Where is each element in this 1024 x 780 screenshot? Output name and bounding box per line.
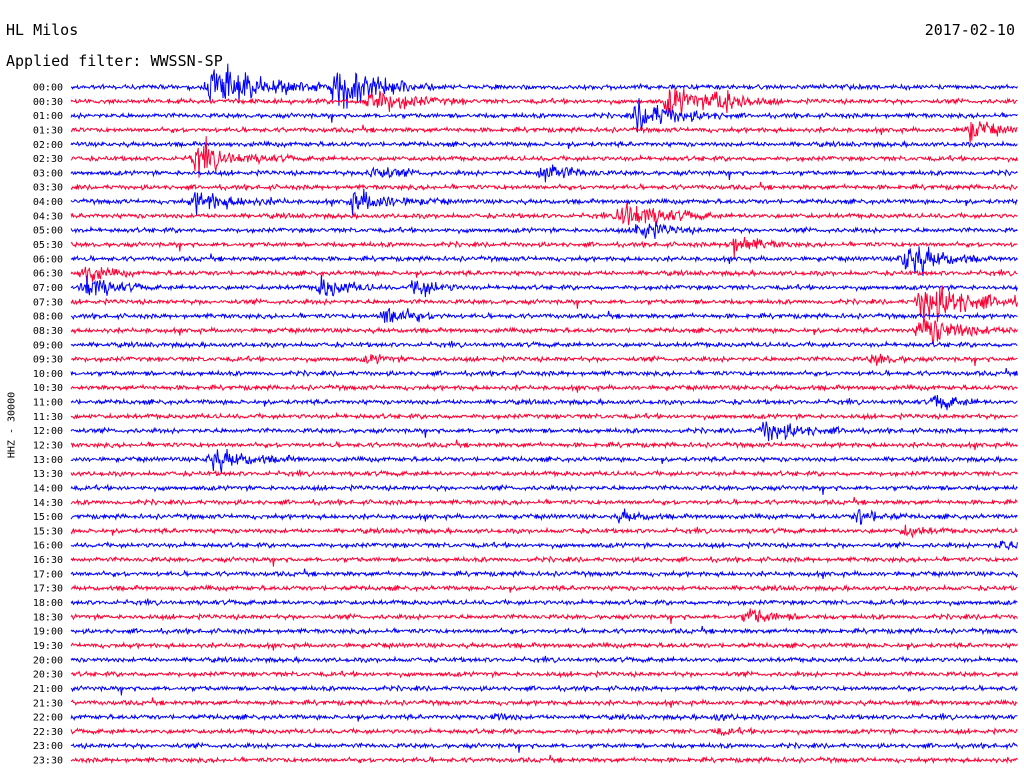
seismic-trace <box>71 307 1018 323</box>
seismic-trace <box>70 555 1018 567</box>
row-time-label: 07:00 <box>33 283 63 294</box>
row-time-label: 06:00 <box>33 254 63 265</box>
seismic-trace <box>70 741 1018 753</box>
seismic-trace <box>70 508 1018 525</box>
row-time-label: 07:30 <box>33 297 63 308</box>
seismic-trace <box>70 411 1018 421</box>
row-time-label: 14:00 <box>33 483 63 494</box>
row-time-label: 03:30 <box>33 183 63 194</box>
seismic-trace <box>70 697 1018 708</box>
row-time-label: 04:30 <box>33 211 63 222</box>
row-time-label: 05:00 <box>33 226 63 237</box>
seismic-trace <box>70 524 1018 539</box>
row-time-label: 02:30 <box>33 154 63 165</box>
row-time-label: 18:00 <box>33 598 63 609</box>
seismic-trace <box>70 202 1018 226</box>
seismic-trace <box>70 353 1018 367</box>
seismic-trace <box>70 655 1018 665</box>
row-time-label: 02:00 <box>33 140 63 151</box>
seismic-trace <box>70 98 1018 133</box>
row-time-label: 01:00 <box>33 111 63 122</box>
seismic-trace <box>70 237 1018 258</box>
seismic-trace <box>70 315 1018 345</box>
seismic-trace <box>70 754 1018 765</box>
row-time-label: 15:00 <box>33 512 63 523</box>
row-time-label: 23:00 <box>33 741 63 752</box>
row-time-label: 13:00 <box>33 455 63 466</box>
seismic-trace <box>70 583 1018 593</box>
row-time-label: 04:00 <box>33 197 63 208</box>
row-time-label: 13:30 <box>33 469 63 480</box>
seismic-trace <box>70 421 1018 442</box>
row-time-label: 03:00 <box>33 168 63 179</box>
seismogram-plot: 00:00 00:30 01:00 01:30 02:00 02:30 03:00 03:30… <box>33 63 1018 767</box>
row-time-label: 01:30 <box>33 125 63 136</box>
seismic-trace <box>70 88 1018 118</box>
row-time-label: 16:30 <box>33 555 63 566</box>
seismic-trace <box>70 274 1018 298</box>
seismic-trace <box>70 221 1018 239</box>
row-time-label: 17:00 <box>33 569 63 580</box>
seismic-trace <box>70 188 1018 216</box>
row-time-label: 11:30 <box>33 412 63 423</box>
row-time-label: 21:30 <box>33 698 63 709</box>
row-time-label: 14:30 <box>33 498 63 509</box>
seismic-trace <box>70 394 1018 411</box>
row-time-label: 10:00 <box>33 369 63 380</box>
row-time-label: 08:00 <box>33 312 63 323</box>
row-time-label: 18:30 <box>33 612 63 623</box>
row-time-label: 08:30 <box>33 326 63 337</box>
seismic-trace <box>70 597 1018 607</box>
seismic-trace <box>70 266 1018 284</box>
row-time-label: 16:00 <box>33 541 63 552</box>
row-time-label: 12:30 <box>33 441 63 452</box>
row-time-label: 09:00 <box>33 340 63 351</box>
row-time-label: 22:30 <box>33 727 63 738</box>
row-time-label: 21:00 <box>33 684 63 695</box>
row-time-label: 22:00 <box>33 713 63 724</box>
seismic-trace <box>70 608 1018 624</box>
seismic-trace <box>70 540 1018 551</box>
row-time-label: 12:00 <box>33 426 63 437</box>
row-time-label: 17:30 <box>33 584 63 595</box>
seismic-trace <box>70 368 1018 378</box>
seismic-trace <box>70 640 1018 651</box>
seismic-trace <box>70 625 1018 636</box>
row-time-label: 19:30 <box>33 641 63 652</box>
row-time-label: 05:30 <box>33 240 63 251</box>
seismic-trace <box>70 121 1018 143</box>
seismic-trace <box>70 383 1018 393</box>
seismic-trace <box>70 684 1018 696</box>
seismic-trace <box>70 712 1018 722</box>
row-time-label: 06:30 <box>33 269 63 280</box>
seismic-trace <box>70 164 1018 183</box>
row-time-label: 10:30 <box>33 383 63 394</box>
seismic-trace <box>70 568 1018 579</box>
row-time-label: 15:30 <box>33 526 63 537</box>
seismic-trace <box>70 340 1018 350</box>
row-time-label: 09:30 <box>33 355 63 366</box>
seismic-trace <box>70 496 1018 507</box>
seismic-trace <box>70 439 1018 451</box>
row-time-label: 00:00 <box>33 83 63 94</box>
seismic-trace <box>70 669 1018 679</box>
row-time-label: 00:30 <box>33 97 63 108</box>
seismic-trace <box>70 726 1018 737</box>
seismic-trace <box>70 448 1018 474</box>
row-time-label: 11:00 <box>33 398 63 409</box>
seismic-trace <box>70 139 1018 149</box>
row-time-label: 20:00 <box>33 655 63 666</box>
row-time-label: 19:00 <box>33 627 63 638</box>
row-time-label: 23:30 <box>33 756 63 767</box>
row-time-label: 20:30 <box>33 670 63 681</box>
seismic-trace <box>70 483 1018 496</box>
seismic-trace <box>70 181 1018 192</box>
